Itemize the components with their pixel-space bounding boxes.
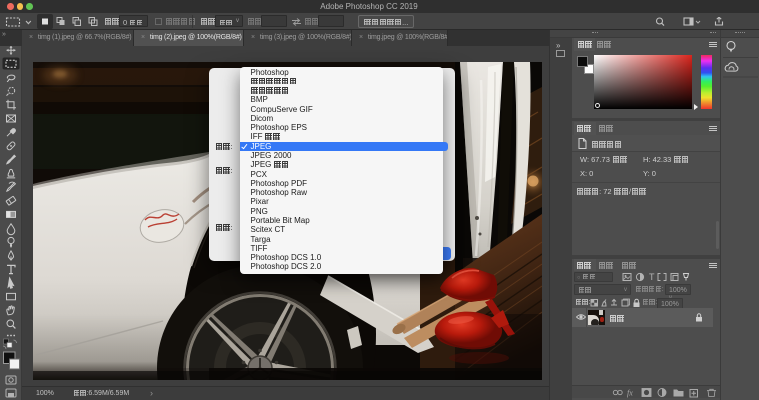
svg-text:fx: fx	[627, 389, 633, 398]
svg-text:T: T	[649, 272, 655, 282]
